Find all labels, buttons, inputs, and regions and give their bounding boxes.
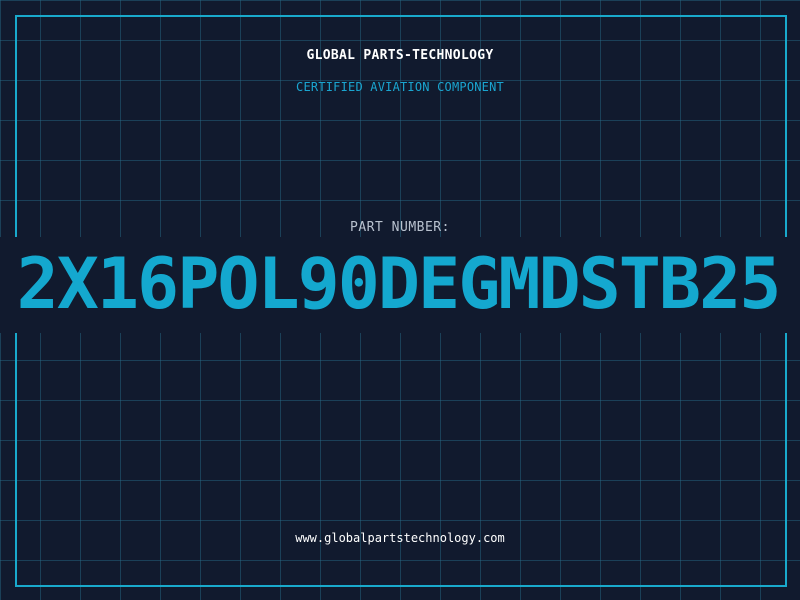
website-url: www.globalpartstechnology.com (295, 531, 505, 545)
part-number-text: 2X16POL90DEGMDSTB25 (16, 244, 782, 324)
certification-subtitle: CERTIFIED AVIATION COMPONENT (296, 80, 504, 94)
certificate-canvas: GLOBAL PARTS-TECHNOLOGY CERTIFIED AVIATI… (0, 0, 800, 600)
company-name: GLOBAL PARTS-TECHNOLOGY (306, 48, 494, 63)
part-number-value: 2X16POL90DEGMDSTB25 (0, 244, 800, 324)
part-number-label: PART NUMBER: (350, 220, 450, 235)
